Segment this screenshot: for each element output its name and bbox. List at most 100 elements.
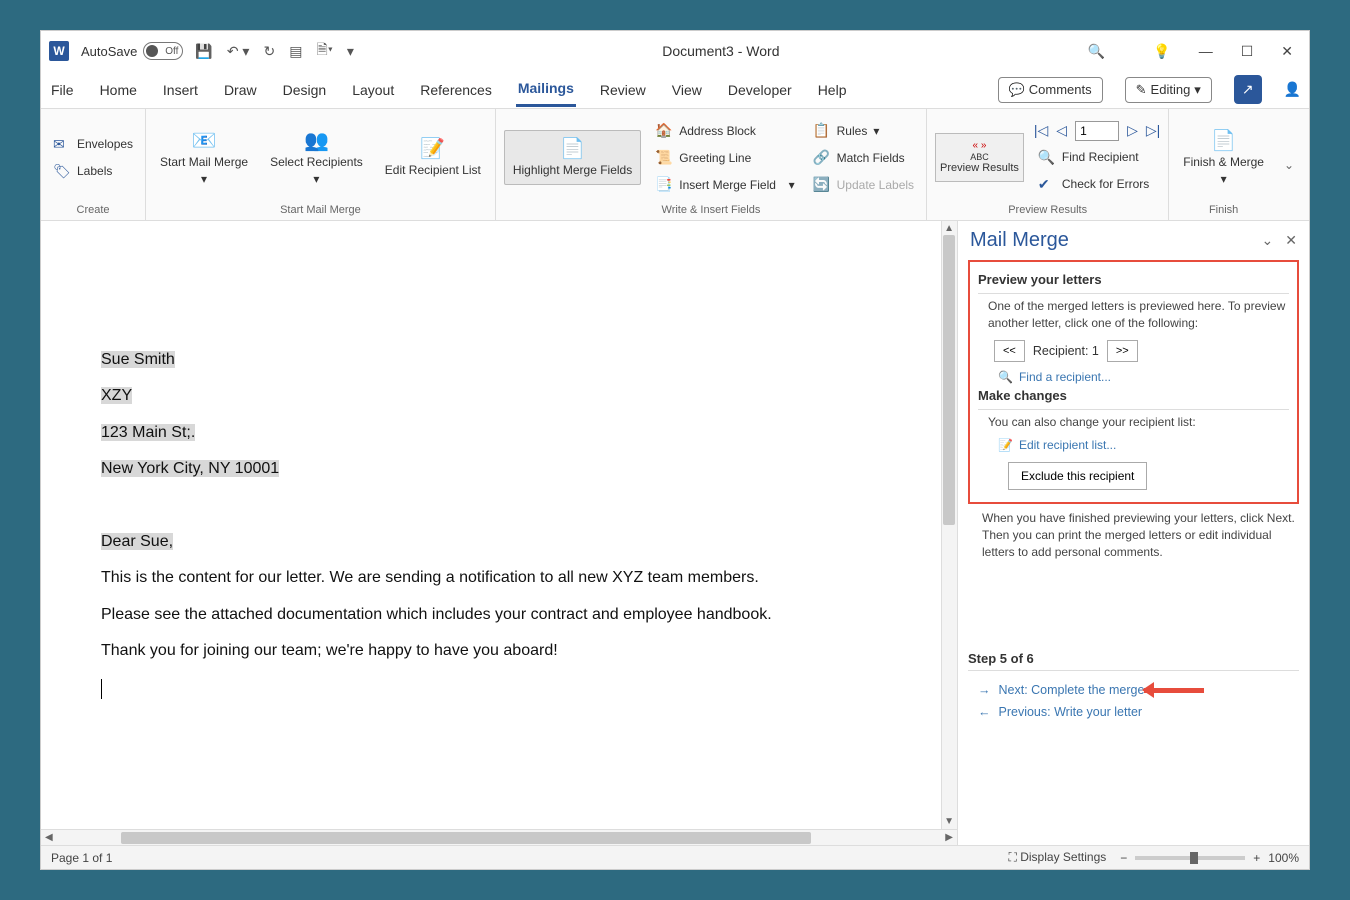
tab-mailings[interactable]: Mailings	[516, 72, 576, 107]
scroll-thumb[interactable]	[943, 235, 955, 525]
qat-btn1-icon[interactable]: ▤	[289, 43, 302, 60]
pane-collapse-icon[interactable]: ⌄	[1262, 232, 1274, 249]
tab-draw[interactable]: Draw	[222, 74, 259, 106]
merge-field-city: New York City, NY 10001	[101, 460, 279, 477]
preview-results-button[interactable]: « »ABCPreview Results	[935, 133, 1024, 183]
annotation-arrow-icon	[1144, 685, 1224, 695]
close-icon[interactable]: ✕	[1281, 43, 1293, 60]
preview-arrows-icon: « »	[973, 140, 987, 152]
undo-icon[interactable]: ↶ ▾	[227, 43, 250, 60]
edit-icon: 📝	[998, 438, 1013, 452]
tab-references[interactable]: References	[418, 74, 494, 106]
save-icon[interactable]: 💾	[195, 43, 212, 60]
hscroll-thumb[interactable]	[121, 832, 811, 844]
step-indicator: Step 5 of 6	[968, 651, 1299, 671]
tab-view[interactable]: View	[670, 74, 704, 106]
preview-letters-heading: Preview your letters	[978, 272, 1289, 287]
next-recipient-button[interactable]: >>	[1107, 340, 1138, 362]
comments-button[interactable]: 💬 Comments	[998, 77, 1103, 103]
next-step-link[interactable]: →Next: Complete the merge	[978, 683, 1144, 697]
tab-layout[interactable]: Layout	[350, 74, 396, 106]
tab-developer[interactable]: Developer	[726, 74, 794, 106]
document-area[interactable]: Sue Smith XZY 123 Main St;. New York Cit…	[41, 221, 957, 829]
zoom-in-icon[interactable]: +	[1253, 851, 1260, 865]
merge-field-name: Sue Smith	[101, 351, 175, 368]
envelope-icon: ✉	[53, 136, 71, 153]
highlighted-section: Preview your letters One of the merged l…	[968, 260, 1299, 504]
find-recipient-link[interactable]: 🔍Find a recipient...	[998, 370, 1289, 384]
group-start-mail-merge: 📧Start Mail Merge▾ 👥Select Recipients▾ 📝…	[146, 109, 496, 220]
greeting-line-button[interactable]: 📜Greeting Line	[651, 147, 798, 168]
mail-icon: 📧	[192, 129, 217, 153]
page-indicator[interactable]: Page 1 of 1	[51, 851, 112, 865]
body-paragraph: Please see the attached documentation wh…	[101, 600, 897, 630]
first-record-icon[interactable]: |◁	[1034, 122, 1048, 139]
scroll-down-icon[interactable]: ▼	[944, 816, 954, 827]
edit-recipient-list-button[interactable]: 📝Edit Recipient List	[379, 133, 487, 181]
pane-title: Mail Merge	[970, 229, 1250, 252]
scroll-left-icon[interactable]: ◀	[45, 832, 53, 843]
group-write-insert-fields: 📄Highlight Merge Fields 🏠Address Block 📜…	[496, 109, 927, 220]
prev-recipient-button[interactable]: <<	[994, 340, 1025, 362]
pane-close-icon[interactable]: ✕	[1285, 232, 1297, 249]
zoom-out-icon[interactable]: −	[1120, 851, 1127, 865]
tab-review[interactable]: Review	[598, 74, 648, 106]
display-settings-button[interactable]: ⛶ Display Settings	[1008, 850, 1106, 865]
update-labels-button: 🔄Update Labels	[809, 174, 918, 195]
address-icon: 🏠	[655, 122, 673, 139]
quick-access-toolbar: 💾 ↶ ▾ ↻ ▤ 🗎▾ ▾	[195, 39, 354, 63]
edit-recipient-list-link[interactable]: 📝Edit recipient list...	[998, 438, 1289, 452]
scroll-up-icon[interactable]: ▲	[944, 223, 954, 234]
share-button[interactable]: ↗	[1234, 75, 1262, 104]
arrow-left-icon: ←	[978, 705, 991, 719]
next-record-icon[interactable]: ▷	[1127, 122, 1138, 139]
scroll-right-icon[interactable]: ▶	[945, 832, 953, 843]
tab-help[interactable]: Help	[816, 74, 849, 106]
match-icon: 🔗	[813, 149, 831, 166]
tab-home[interactable]: Home	[98, 74, 139, 106]
qat-more-icon[interactable]: ▾	[347, 43, 354, 60]
record-number-input[interactable]	[1075, 121, 1119, 141]
prev-record-icon[interactable]: ◁	[1056, 122, 1067, 139]
merge-field-greeting: Dear Sue,	[101, 533, 173, 550]
tab-file[interactable]: File	[49, 74, 76, 106]
minimize-icon[interactable]: ―	[1199, 43, 1213, 59]
envelopes-button[interactable]: ✉Envelopes	[49, 134, 137, 155]
start-mail-merge-button[interactable]: 📧Start Mail Merge▾	[154, 125, 254, 190]
word-icon: W	[49, 41, 69, 61]
ribbon-collapse-icon[interactable]: ⌄	[1278, 158, 1300, 172]
finish-merge-button[interactable]: 📄Finish & Merge▾	[1177, 125, 1270, 190]
maximize-icon[interactable]: ☐	[1241, 43, 1254, 60]
editing-button[interactable]: ✎ Editing ▾	[1125, 77, 1212, 103]
arrow-right-icon: →	[978, 683, 991, 697]
ribbon-tabs: File Home Insert Draw Design Layout Refe…	[41, 71, 1309, 109]
page[interactable]: Sue Smith XZY 123 Main St;. New York Cit…	[41, 221, 957, 829]
insert-merge-field-button[interactable]: 📑Insert Merge Field ▾	[651, 174, 798, 195]
zoom-level[interactable]: 100%	[1268, 851, 1299, 865]
select-recipients-button[interactable]: 👥Select Recipients▾	[264, 125, 369, 190]
labels-button[interactable]: 🏷Labels	[49, 161, 137, 182]
account-icon[interactable]: 👤	[1284, 81, 1301, 98]
prev-step-link[interactable]: ←Previous: Write your letter	[978, 705, 1299, 719]
exclude-recipient-button[interactable]: Exclude this recipient	[1008, 462, 1147, 490]
rules-button[interactable]: 📋Rules ▾	[809, 120, 918, 141]
check-errors-button[interactable]: ✔Check for Errors	[1034, 174, 1160, 195]
find-recipient-button[interactable]: 🔍Find Recipient	[1034, 147, 1160, 168]
horizontal-scrollbar[interactable]: ◀ ▶	[41, 829, 957, 845]
group-create: ✉Envelopes 🏷Labels Create	[41, 109, 146, 220]
redo-icon[interactable]: ↻	[263, 43, 275, 60]
tab-design[interactable]: Design	[281, 74, 329, 106]
qat-btn2-icon[interactable]: 🗎▾	[316, 39, 332, 63]
address-block-button[interactable]: 🏠Address Block	[651, 120, 798, 141]
highlight-merge-fields-button[interactable]: 📄Highlight Merge Fields	[504, 130, 641, 184]
last-record-icon[interactable]: ▷|	[1146, 122, 1160, 139]
lightbulb-icon[interactable]: 💡	[1153, 43, 1170, 60]
search-icon[interactable]: 🔍	[1088, 43, 1105, 60]
autosave-toggle[interactable]: AutoSave Off	[81, 42, 183, 60]
match-fields-button[interactable]: 🔗Match Fields	[809, 147, 918, 168]
zoom-slider[interactable]	[1135, 856, 1245, 860]
finish-icon: 📄	[1211, 129, 1236, 153]
toggle-off-icon[interactable]: Off	[143, 42, 183, 60]
vertical-scrollbar[interactable]: ▲ ▼	[941, 221, 957, 829]
tab-insert[interactable]: Insert	[161, 74, 200, 106]
